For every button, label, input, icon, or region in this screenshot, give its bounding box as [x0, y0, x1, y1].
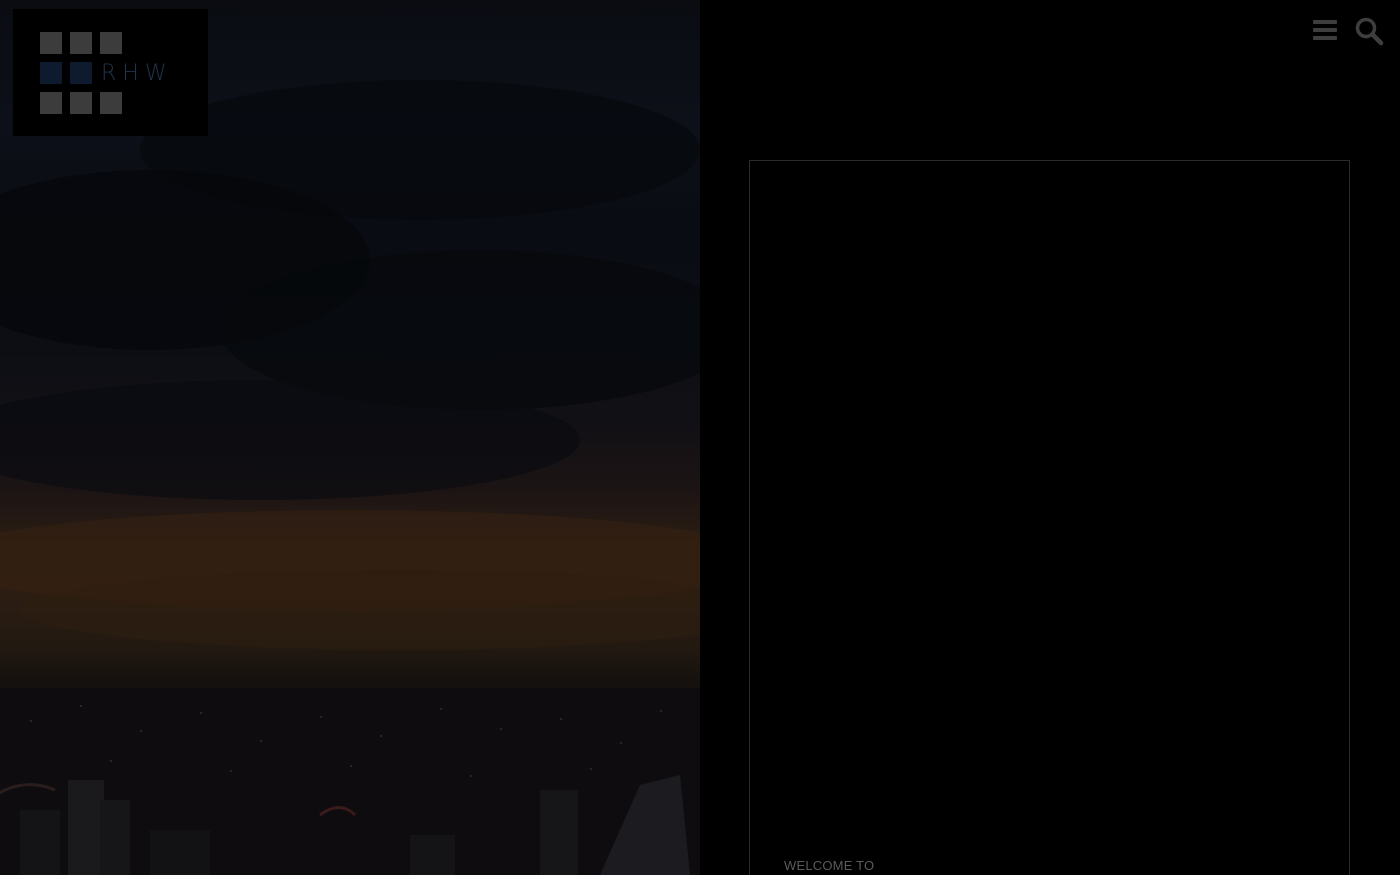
welcome-panel: WELCOME TO	[749, 160, 1350, 875]
logo-square	[70, 32, 92, 54]
logo-square-accent	[70, 62, 92, 84]
search-icon[interactable]	[1354, 16, 1384, 46]
hamburger-menu-icon[interactable]	[1313, 19, 1339, 41]
welcome-heading: WELCOME TO	[784, 858, 875, 873]
page: RHW WELCOME TO	[0, 0, 1400, 875]
logo-square	[40, 92, 62, 114]
logo-square	[100, 32, 122, 54]
logo-square-accent	[40, 62, 62, 84]
logo-text: RHW	[101, 61, 173, 86]
logo-square	[100, 92, 122, 114]
logo-square	[70, 92, 92, 114]
site-logo[interactable]: RHW	[13, 9, 208, 136]
logo-square	[40, 32, 62, 54]
